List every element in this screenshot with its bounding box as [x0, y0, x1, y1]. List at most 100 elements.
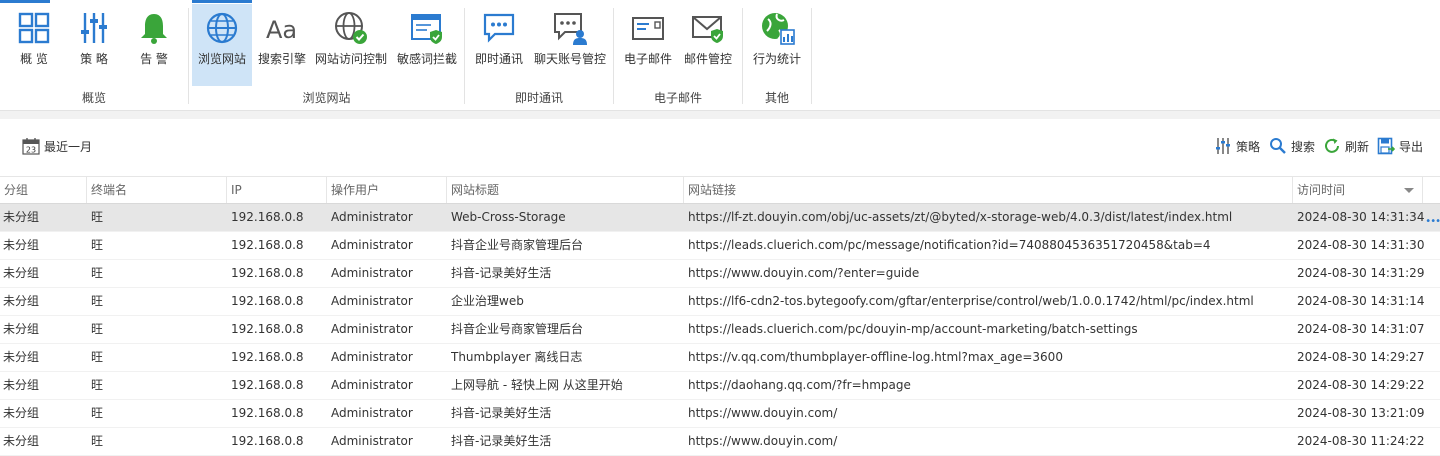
cell-group: 未分组	[3, 238, 40, 252]
table-header: 分组 终端名 IP 操作用户 网站标题 网站链接 访问时间	[0, 176, 1440, 204]
column-header-terminal[interactable]: 终端名	[86, 177, 226, 203]
chat-bubble-icon	[483, 13, 515, 43]
globe-check-icon	[335, 12, 367, 44]
column-header-user[interactable]: 操作用户	[326, 177, 446, 203]
alert-button[interactable]: 告 警	[126, 4, 182, 86]
search-tool-button[interactable]: 搜索	[1269, 136, 1315, 156]
table-row[interactable]: 未分组 旺 192.168.0.8 Administrator Web-Cross-St…	[0, 204, 1440, 232]
sort-desc-icon[interactable]	[1404, 188, 1414, 193]
email-control-button[interactable]: 邮件管控	[680, 4, 736, 86]
website-access-control-button[interactable]: 网站访问控制	[312, 4, 390, 86]
cell-terminal: 旺	[91, 294, 104, 308]
column-header-visit-time[interactable]: 访问时间	[1292, 177, 1422, 203]
search-engine-label: 搜索引擎	[257, 52, 306, 66]
cell-site-title: Web-Cross-Storage	[451, 210, 566, 224]
cell-terminal: 旺	[91, 378, 104, 392]
cell-terminal: 旺	[91, 434, 104, 448]
access-log-table: 分组 终端名 IP 操作用户 网站标题 网站链接 访问时间 未分组旺 192.16…	[0, 176, 1440, 456]
cell-terminal: 旺	[91, 210, 104, 224]
overview-button-label: 概 览	[20, 52, 48, 66]
calendar-icon: 23	[22, 138, 40, 155]
cell-visit-time: 2024-08-30 13:21:09	[1297, 406, 1425, 420]
column-header-site-title[interactable]: 网站标题	[446, 177, 683, 203]
instant-messaging-label: 即时通讯	[474, 52, 523, 66]
browse-websites-button[interactable]: 浏览网站	[192, 4, 252, 86]
website-access-control-label: 网站访问控制	[314, 52, 387, 66]
sliders-icon	[1216, 138, 1230, 154]
cell-user: Administrator	[331, 406, 413, 420]
cell-user: Administrator	[331, 434, 413, 448]
overview-button[interactable]: 概 览	[6, 4, 62, 86]
cell-visit-time: 2024-08-30 14:29:27	[1297, 350, 1425, 364]
more-options-icon[interactable]: •••	[1425, 216, 1440, 227]
search-icon	[1270, 138, 1286, 154]
cell-site-title: Thumbplayer 离线日志	[451, 350, 583, 364]
cell-group: 未分组	[3, 406, 40, 420]
cell-terminal: 旺	[91, 266, 104, 280]
globe-icon	[206, 12, 238, 44]
column-header-ip[interactable]: IP	[226, 177, 326, 203]
behavior-stats-button[interactable]: 行为统计	[749, 4, 805, 86]
ribbon-group-label: 浏览网站	[302, 91, 351, 105]
sliders-icon	[81, 13, 107, 43]
group-divider	[811, 8, 812, 104]
export-tool-button[interactable]: 导出	[1377, 136, 1423, 156]
column-header-group[interactable]: 分组	[0, 177, 86, 203]
bell-icon	[141, 14, 167, 44]
cell-site-title: 企业治理web	[451, 294, 524, 308]
instant-messaging-button[interactable]: 即时通讯	[471, 4, 527, 86]
cell-ip: 192.168.0.8	[231, 294, 304, 308]
cell-user: Administrator	[331, 266, 413, 280]
table-row[interactable]: 未分组 旺 192.168.0.8 Administrator Thumbplayer …	[0, 344, 1440, 372]
refresh-tool-button[interactable]: 刷新	[1323, 136, 1369, 156]
cell-visit-time: 2024-08-30 14:31:29	[1297, 266, 1425, 280]
ribbon-group-overview: 概 览 策 略 告 警 概览	[0, 0, 188, 110]
cell-visit-time: 2024-08-30 14:31:30	[1297, 238, 1425, 252]
ribbon-group-label: 电子邮件	[653, 91, 702, 105]
cell-user: Administrator	[331, 210, 413, 224]
cell-site-url: https://leads.cluerich.com/pc/douyin-mp/…	[688, 322, 1138, 336]
browse-websites-label: 浏览网站	[197, 52, 246, 66]
stats-globe-icon	[762, 13, 795, 45]
visit-time-header-label: 访问时间	[1297, 183, 1346, 197]
ribbon-group-im: 即时通讯 聊天账号管控 即时通讯	[465, 0, 613, 110]
cell-user: Administrator	[331, 238, 413, 252]
email-icon	[632, 17, 664, 40]
cell-group: 未分组	[3, 294, 40, 308]
policy-tool-label: 策略	[1236, 139, 1261, 154]
table-row[interactable]: 未分组 旺 192.168.0.8 Administrator 抖音企业号商家管理后台 h…	[0, 316, 1440, 344]
svg-text:Aa: Aa	[266, 16, 297, 44]
cell-site-url: https://www.douyin.com/?enter=guide	[688, 266, 920, 280]
column-header-site-url[interactable]: 网站链接	[683, 177, 1292, 203]
email-control-label: 邮件管控	[683, 52, 732, 66]
table-row[interactable]: 未分组 旺 192.168.0.8 Administrator 抖音-记录美好生活 htt…	[0, 400, 1440, 428]
refresh-tool-label: 刷新	[1345, 139, 1370, 154]
table-row[interactable]: 未分组 旺 192.168.0.8 Administrator 抖音-记录美好生活 htt…	[0, 428, 1440, 456]
chat-user-icon	[554, 13, 587, 45]
cell-site-url: https://www.douyin.com/	[688, 434, 838, 448]
table-row[interactable]: 未分组 旺 192.168.0.8 Administrator 抖音-记录美好生活 htt…	[0, 260, 1440, 288]
cell-visit-time: 2024-08-30 14:31:07	[1297, 322, 1425, 336]
alert-button-label: 告 警	[140, 52, 168, 66]
cell-visit-time: 2024-08-30 14:31:14	[1297, 294, 1425, 308]
table-row[interactable]: 未分组 旺 192.168.0.8 Administrator 抖音企业号商家管理后台 h…	[0, 232, 1440, 260]
table-row[interactable]: 未分组 旺 192.168.0.8 Administrator 上网导航 - 轻快上网 …	[0, 372, 1440, 400]
cell-group: 未分组	[3, 266, 40, 280]
email-label: 电子邮件	[623, 52, 672, 66]
cell-terminal: 旺	[91, 322, 104, 336]
sensitive-word-block-button[interactable]: 敏感词拦截	[394, 4, 460, 86]
date-range-selector[interactable]: 23 最近一月	[22, 136, 92, 156]
cell-ip: 192.168.0.8	[231, 322, 304, 336]
cell-terminal: 旺	[91, 238, 104, 252]
policy-button[interactable]: 策 略	[66, 4, 122, 86]
search-engine-button[interactable]: Aa 搜索引擎	[254, 4, 310, 86]
chat-account-control-button[interactable]: 聊天账号管控	[531, 4, 609, 86]
policy-tool-button[interactable]: 策略	[1214, 136, 1260, 156]
cell-ip: 192.168.0.8	[231, 434, 304, 448]
cell-user: Administrator	[331, 294, 413, 308]
cell-site-url: https://leads.cluerich.com/pc/message/no…	[688, 238, 1211, 252]
cell-site-url: https://www.douyin.com/	[688, 406, 838, 420]
table-row[interactable]: 未分组 旺 192.168.0.8 Administrator 企业治理web https…	[0, 288, 1440, 316]
email-button[interactable]: 电子邮件	[620, 4, 676, 86]
ribbon-toolbar: 概 览 策 略 告 警 概览 浏览网站 Aa 搜索引擎 网站访问控制 敏感词拦截…	[0, 0, 1440, 111]
